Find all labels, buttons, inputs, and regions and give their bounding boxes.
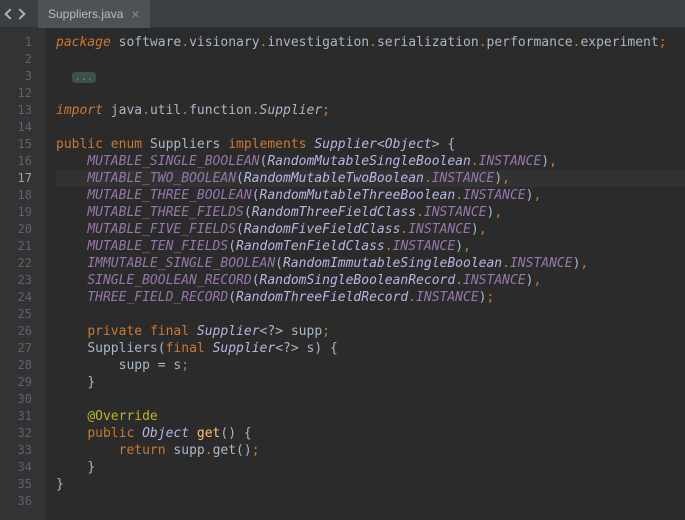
code-line[interactable]: THREE_FIELD_RECORD(RandomThreeFieldRecor… [56,289,685,306]
code-line[interactable] [56,493,685,510]
line-number[interactable]: 23 [0,272,46,289]
line-number[interactable]: 17 [0,170,46,187]
code-line[interactable] [56,306,685,323]
line-number[interactable]: 34 [0,459,46,476]
code-line[interactable]: private final Supplier<?> supp; [56,323,685,340]
code-line[interactable] [56,51,685,68]
line-number[interactable]: 36 [0,493,46,510]
titlebar: Suppliers.java × [0,0,685,28]
line-number[interactable]: 29 [0,374,46,391]
tab-suppliers[interactable]: Suppliers.java × [38,0,150,28]
code-line[interactable] [56,85,685,102]
code-line[interactable] [56,391,685,408]
line-number[interactable]: 27 [0,340,46,357]
code-line[interactable]: import java.util.function.Supplier; [56,102,685,119]
line-number[interactable]: 21 [0,238,46,255]
gutter: 1231213141516171819202122232425262728293… [0,28,46,520]
close-icon[interactable]: × [131,7,139,21]
line-number[interactable]: 32 [0,425,46,442]
code-line[interactable]: ... [56,68,685,85]
code-line[interactable]: MUTABLE_TWO_BOOLEAN(RandomMutableTwoBool… [56,170,685,187]
code-line[interactable]: IMMUTABLE_SINGLE_BOOLEAN(RandomImmutable… [56,255,685,272]
line-number[interactable]: 35 [0,476,46,493]
line-number[interactable]: 22 [0,255,46,272]
code-line[interactable]: MUTABLE_THREE_FIELDS(RandomThreeFieldCla… [56,204,685,221]
line-number[interactable]: 31 [0,408,46,425]
code-line[interactable]: MUTABLE_TEN_FIELDS(RandomTenFieldClass.I… [56,238,685,255]
line-number[interactable]: 14 [0,119,46,136]
line-number[interactable]: 30 [0,391,46,408]
code-line[interactable]: public Object get() { [56,425,685,442]
line-number[interactable]: 15 [0,136,46,153]
code-line[interactable]: Suppliers(final Supplier<?> s) { [56,340,685,357]
code-line[interactable]: return supp.get(); [56,442,685,459]
line-number[interactable]: 18 [0,187,46,204]
line-number[interactable]: 24 [0,289,46,306]
code-area[interactable]: package software.visionary.investigation… [46,28,685,520]
code-line[interactable]: MUTABLE_THREE_BOOLEAN(RandomMutableThree… [56,187,685,204]
line-number[interactable]: 13 [0,102,46,119]
line-number[interactable]: 2 [0,51,46,68]
line-number[interactable]: 33 [0,442,46,459]
code-line[interactable]: } [56,374,685,391]
code-line[interactable]: @Override [56,408,685,425]
code-line[interactable] [56,119,685,136]
tab-filename: Suppliers.java [48,7,123,21]
nav-arrows [0,10,30,18]
line-number[interactable]: 12 [0,85,46,102]
line-number[interactable]: 26 [0,323,46,340]
line-number[interactable]: 25 [0,306,46,323]
code-line[interactable]: } [56,459,685,476]
line-number[interactable]: 1 [0,34,46,51]
line-number[interactable]: 3 [0,68,46,85]
line-number[interactable]: 16 [0,153,46,170]
code-line[interactable]: public enum Suppliers implements Supplie… [56,136,685,153]
line-number[interactable]: 20 [0,221,46,238]
code-line[interactable]: SINGLE_BOOLEAN_RECORD(RandomSingleBoolea… [56,272,685,289]
line-number[interactable]: 28 [0,357,46,374]
editor: 1231213141516171819202122232425262728293… [0,28,685,520]
arrow-right-icon[interactable] [14,8,25,19]
code-line[interactable]: MUTABLE_FIVE_FIELDS(RandomFiveFieldClass… [56,221,685,238]
code-line[interactable]: supp = s; [56,357,685,374]
line-number[interactable]: 19 [0,204,46,221]
code-line[interactable]: package software.visionary.investigation… [56,34,685,51]
code-line[interactable]: MUTABLE_SINGLE_BOOLEAN(RandomMutableSing… [56,153,685,170]
code-line[interactable]: } [56,476,685,493]
